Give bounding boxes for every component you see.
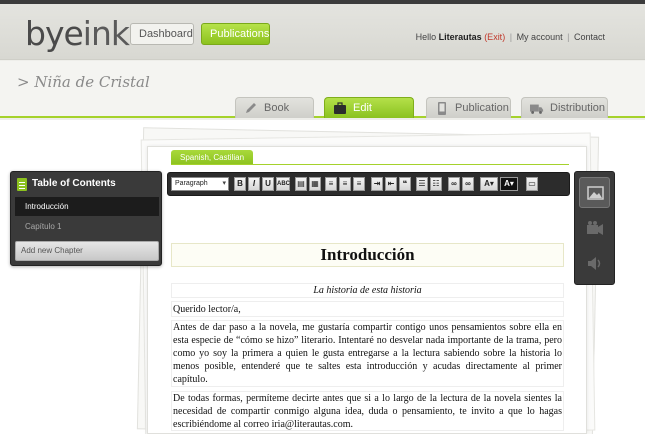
truck-icon: [530, 104, 544, 114]
table-of-contents-panel: Table of Contents Introducción Capítulo …: [10, 171, 162, 266]
document-paragraph[interactable]: De todas formas, permíteme decirte antes…: [171, 391, 564, 431]
indent-button[interactable]: ⇥: [371, 177, 383, 191]
tab-book-data[interactable]: Book Data: [235, 97, 314, 135]
language-divider: [171, 164, 569, 165]
insert-audio-button[interactable]: [579, 248, 610, 279]
text-color-button[interactable]: A▾: [480, 177, 498, 191]
text-color-icon: A▾: [484, 179, 494, 188]
document-subtitle[interactable]: La historia de esta historia: [171, 283, 564, 298]
align-center-icon: ≡: [342, 179, 348, 188]
tab-edit-content[interactable]: Edit Content: [324, 97, 414, 135]
logo-text: bye: [25, 14, 84, 53]
title-bar: > Niña de Cristal Book Data Edit Content…: [0, 61, 645, 135]
logo[interactable]: byeink: [25, 14, 130, 53]
underline-icon: U: [265, 179, 271, 188]
outdent-icon: ⇤: [387, 179, 395, 188]
block-button[interactable]: ▤: [295, 177, 307, 191]
briefcase-icon: [334, 102, 346, 114]
header: byeink Dashboard Publications Hello Lite…: [0, 4, 645, 60]
toc-title: Table of Contents: [32, 178, 116, 189]
speaker-icon: [588, 257, 601, 270]
document-paragraph[interactable]: Antes de dar paso a la novela, me gustar…: [171, 320, 564, 387]
user-name: Literautas: [438, 32, 482, 42]
greeting: Hello: [415, 32, 437, 42]
toc-item-introduccion[interactable]: Introducción: [15, 197, 159, 216]
format-select[interactable]: Paragraph: [171, 177, 229, 191]
underline-button[interactable]: U: [262, 177, 274, 191]
device-icon: [438, 102, 446, 115]
add-chapter-button[interactable]: Add new Chapter: [15, 241, 159, 261]
align-center-button[interactable]: ≡: [339, 177, 351, 191]
tab-label: Publication: [455, 102, 509, 114]
exit-link[interactable]: (Exit): [484, 32, 505, 42]
outdent-button[interactable]: ⇤: [385, 177, 397, 191]
contact-link[interactable]: Contact: [574, 32, 605, 42]
fullscreen-icon: ▭: [528, 179, 536, 188]
link-button[interactable]: ∞: [448, 177, 460, 191]
indent-icon: ⇥: [373, 179, 381, 188]
publications-button[interactable]: Publications: [201, 23, 270, 45]
bullet-list-button[interactable]: ☰: [416, 177, 428, 191]
bold-icon: B: [237, 179, 243, 188]
video-camera-icon: [587, 221, 603, 235]
highlight-color-button[interactable]: A▾: [500, 177, 518, 191]
my-account-link[interactable]: My account: [517, 32, 563, 42]
align-left-button[interactable]: ≡: [325, 177, 337, 191]
document-paragraph[interactable]: Querido lector/a,: [171, 301, 564, 317]
unlink-icon: ∞: [465, 179, 471, 188]
insert-image-button[interactable]: [579, 177, 610, 208]
pencil-icon: [246, 103, 256, 113]
logo-accent: ink: [82, 14, 130, 53]
strikethrough-button[interactable]: ABC: [276, 177, 290, 191]
language-tab[interactable]: Spanish, Castilian: [171, 150, 254, 165]
quote-icon: ❝: [402, 179, 408, 188]
style-icon: ▦: [311, 179, 319, 188]
tab-publication[interactable]: Publication: [426, 97, 511, 118]
tab-distribution[interactable]: Distribution: [521, 97, 608, 118]
document-heading[interactable]: Introducción: [171, 243, 564, 267]
italic-icon: I: [252, 179, 256, 188]
quote-button[interactable]: ❝: [399, 177, 411, 191]
align-right-icon: ≡: [356, 179, 362, 188]
media-panel: [574, 171, 615, 285]
numbered-list-icon: ☷: [432, 179, 440, 188]
image-icon: [587, 186, 604, 200]
book-title: > Niña de Cristal: [17, 73, 150, 91]
editor-toolbar: Paragraph B I U ABC ▤ ▦ ≡ ≡ ≡ ⇥ ⇤ ❝ ☰ ☷ …: [167, 172, 570, 196]
bold-button[interactable]: B: [234, 177, 246, 191]
block-icon: ▤: [297, 179, 305, 188]
unlink-button[interactable]: ∞: [462, 177, 474, 191]
user-bar: Hello Literautas (Exit) | My account | C…: [415, 32, 605, 42]
toc-item-capitulo-1[interactable]: Capítulo 1: [15, 217, 159, 236]
numbered-list-button[interactable]: ☷: [430, 177, 442, 191]
insert-video-button[interactable]: [579, 213, 610, 244]
align-right-button[interactable]: ≡: [353, 177, 365, 191]
link-icon: ∞: [451, 179, 457, 188]
bullet-list-icon: ☰: [418, 179, 426, 188]
highlight-color-icon: A▾: [504, 179, 514, 188]
fullscreen-button[interactable]: ▭: [526, 177, 538, 191]
strikethrough-icon: ABC: [277, 181, 290, 187]
tab-label: Distribution: [550, 102, 606, 114]
style-button[interactable]: ▦: [309, 177, 321, 191]
align-left-icon: ≡: [328, 179, 334, 188]
italic-button[interactable]: I: [248, 177, 260, 191]
dashboard-button[interactable]: Dashboard: [130, 23, 194, 45]
